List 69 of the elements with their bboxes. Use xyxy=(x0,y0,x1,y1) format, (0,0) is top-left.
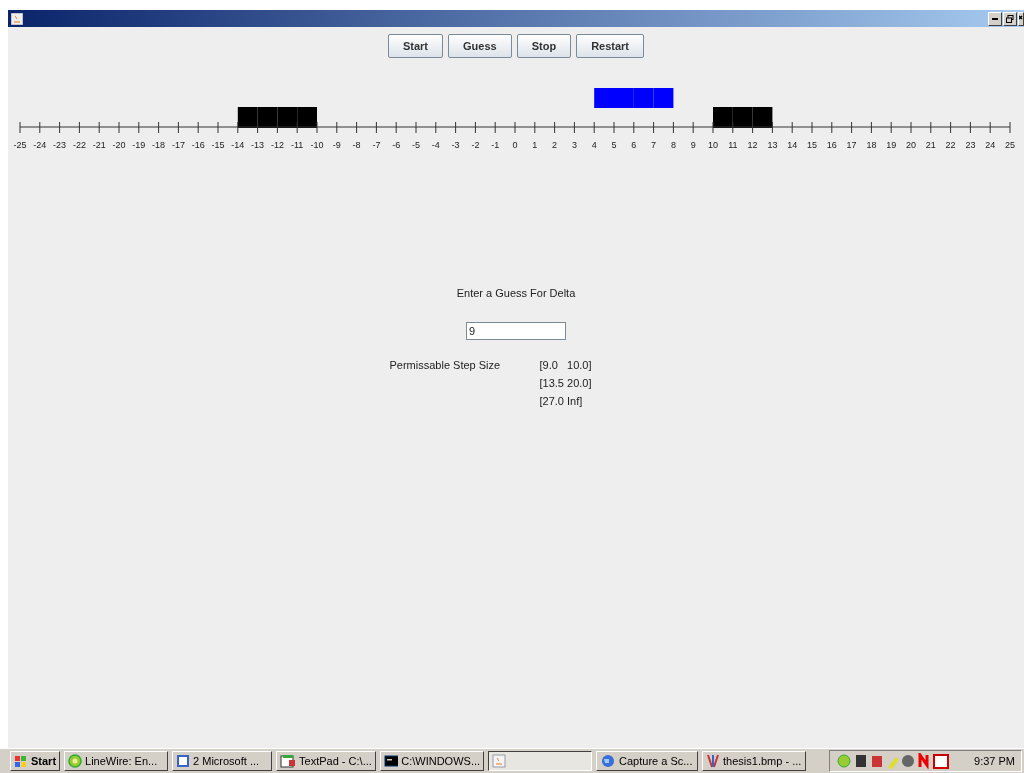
tick-label: 15 xyxy=(807,140,817,150)
tick-label: 0 xyxy=(512,140,518,150)
tick-label: 16 xyxy=(826,140,837,150)
prompt-label: Enter a Guess For Delta xyxy=(456,287,576,299)
tick-label: -13 xyxy=(251,140,265,150)
step-size-range: [9.0 10.0] xyxy=(539,359,593,371)
tick-label: -14 xyxy=(231,140,245,150)
tick-label: -7 xyxy=(372,140,381,150)
tick-label: 11 xyxy=(728,140,738,150)
tick-label: -20 xyxy=(112,140,126,150)
toolbar-button[interactable]: Restart xyxy=(576,34,645,58)
tick-label: -17 xyxy=(171,140,185,150)
tick-label: -25 xyxy=(13,140,27,150)
taskbar-button[interactable]: TextPad - C:\... xyxy=(276,751,377,771)
tick-label: 2 xyxy=(552,140,558,150)
tick-label: 13 xyxy=(767,140,778,150)
tick-label: 21 xyxy=(925,140,936,150)
toolbar-button[interactable]: Stop xyxy=(516,34,572,58)
tick-label: -24 xyxy=(33,140,47,150)
guess-field[interactable]: 9 xyxy=(466,322,566,340)
tick-label: -10 xyxy=(310,140,324,150)
tick-label: 14 xyxy=(787,140,798,150)
tick-label: 7 xyxy=(651,140,657,150)
taskbar-button[interactable]: Capture a Sc... xyxy=(596,751,699,771)
tick-label: 20 xyxy=(906,140,916,150)
tick-label: 24 xyxy=(985,140,996,150)
tick-label: -4 xyxy=(431,140,440,150)
tick-label: -6 xyxy=(392,140,401,150)
start-button[interactable]: Start xyxy=(10,751,61,771)
toolbar-button[interactable]: Start xyxy=(387,34,444,58)
tick-label: -8 xyxy=(352,140,361,150)
tick-label: -18 xyxy=(152,140,166,150)
tick-label: 5 xyxy=(611,140,617,150)
tick-label: 1 xyxy=(532,140,538,150)
tick-label: -2 xyxy=(471,140,480,150)
taskbar-button[interactable]: LineWire: En... xyxy=(64,751,169,771)
tick-label: 23 xyxy=(965,140,976,150)
tick-label: -19 xyxy=(132,140,146,150)
toolbar-button[interactable]: Guess xyxy=(448,34,512,58)
tick-label: -16 xyxy=(191,140,205,150)
taskbar-button[interactable]: 2 Microsoft ... xyxy=(172,751,273,771)
clock: 9:37 PM xyxy=(974,755,1015,767)
tick-label: -22 xyxy=(72,140,86,150)
tick-label: -21 xyxy=(92,140,106,150)
tick-label: 4 xyxy=(591,140,597,150)
tick-label: -11 xyxy=(291,140,304,150)
tick-label: 8 xyxy=(670,140,676,150)
step-size-range: [27.0 Inf] xyxy=(539,395,584,407)
tick-label: -23 xyxy=(53,140,67,150)
tick-label: 9 xyxy=(690,140,696,150)
tick-label: 18 xyxy=(866,140,877,150)
tick-label: 17 xyxy=(846,140,857,150)
step-size-range: [13.5 20.0] xyxy=(539,377,593,389)
tick-label: -1 xyxy=(491,140,500,150)
tick-label: 10 xyxy=(708,140,718,150)
tick-label: -5 xyxy=(412,140,420,150)
tick-label: 22 xyxy=(945,140,956,150)
tick-label: 6 xyxy=(631,140,637,150)
taskbar-button[interactable]: C:\WINDOWS... xyxy=(380,751,485,771)
tick-label: -9 xyxy=(332,140,341,150)
tick-label: 3 xyxy=(571,140,577,150)
tick-label: -15 xyxy=(211,140,225,150)
tick-label: 25 xyxy=(1005,140,1015,150)
step-size-label: Permissable Step Size xyxy=(389,359,502,371)
tick-label: 12 xyxy=(747,140,758,150)
tick-label: -3 xyxy=(451,140,460,150)
tick-label: 19 xyxy=(886,140,897,150)
taskbar-button[interactable]: thesis1.bmp - ... xyxy=(702,751,807,771)
tick-label: -12 xyxy=(270,140,284,150)
